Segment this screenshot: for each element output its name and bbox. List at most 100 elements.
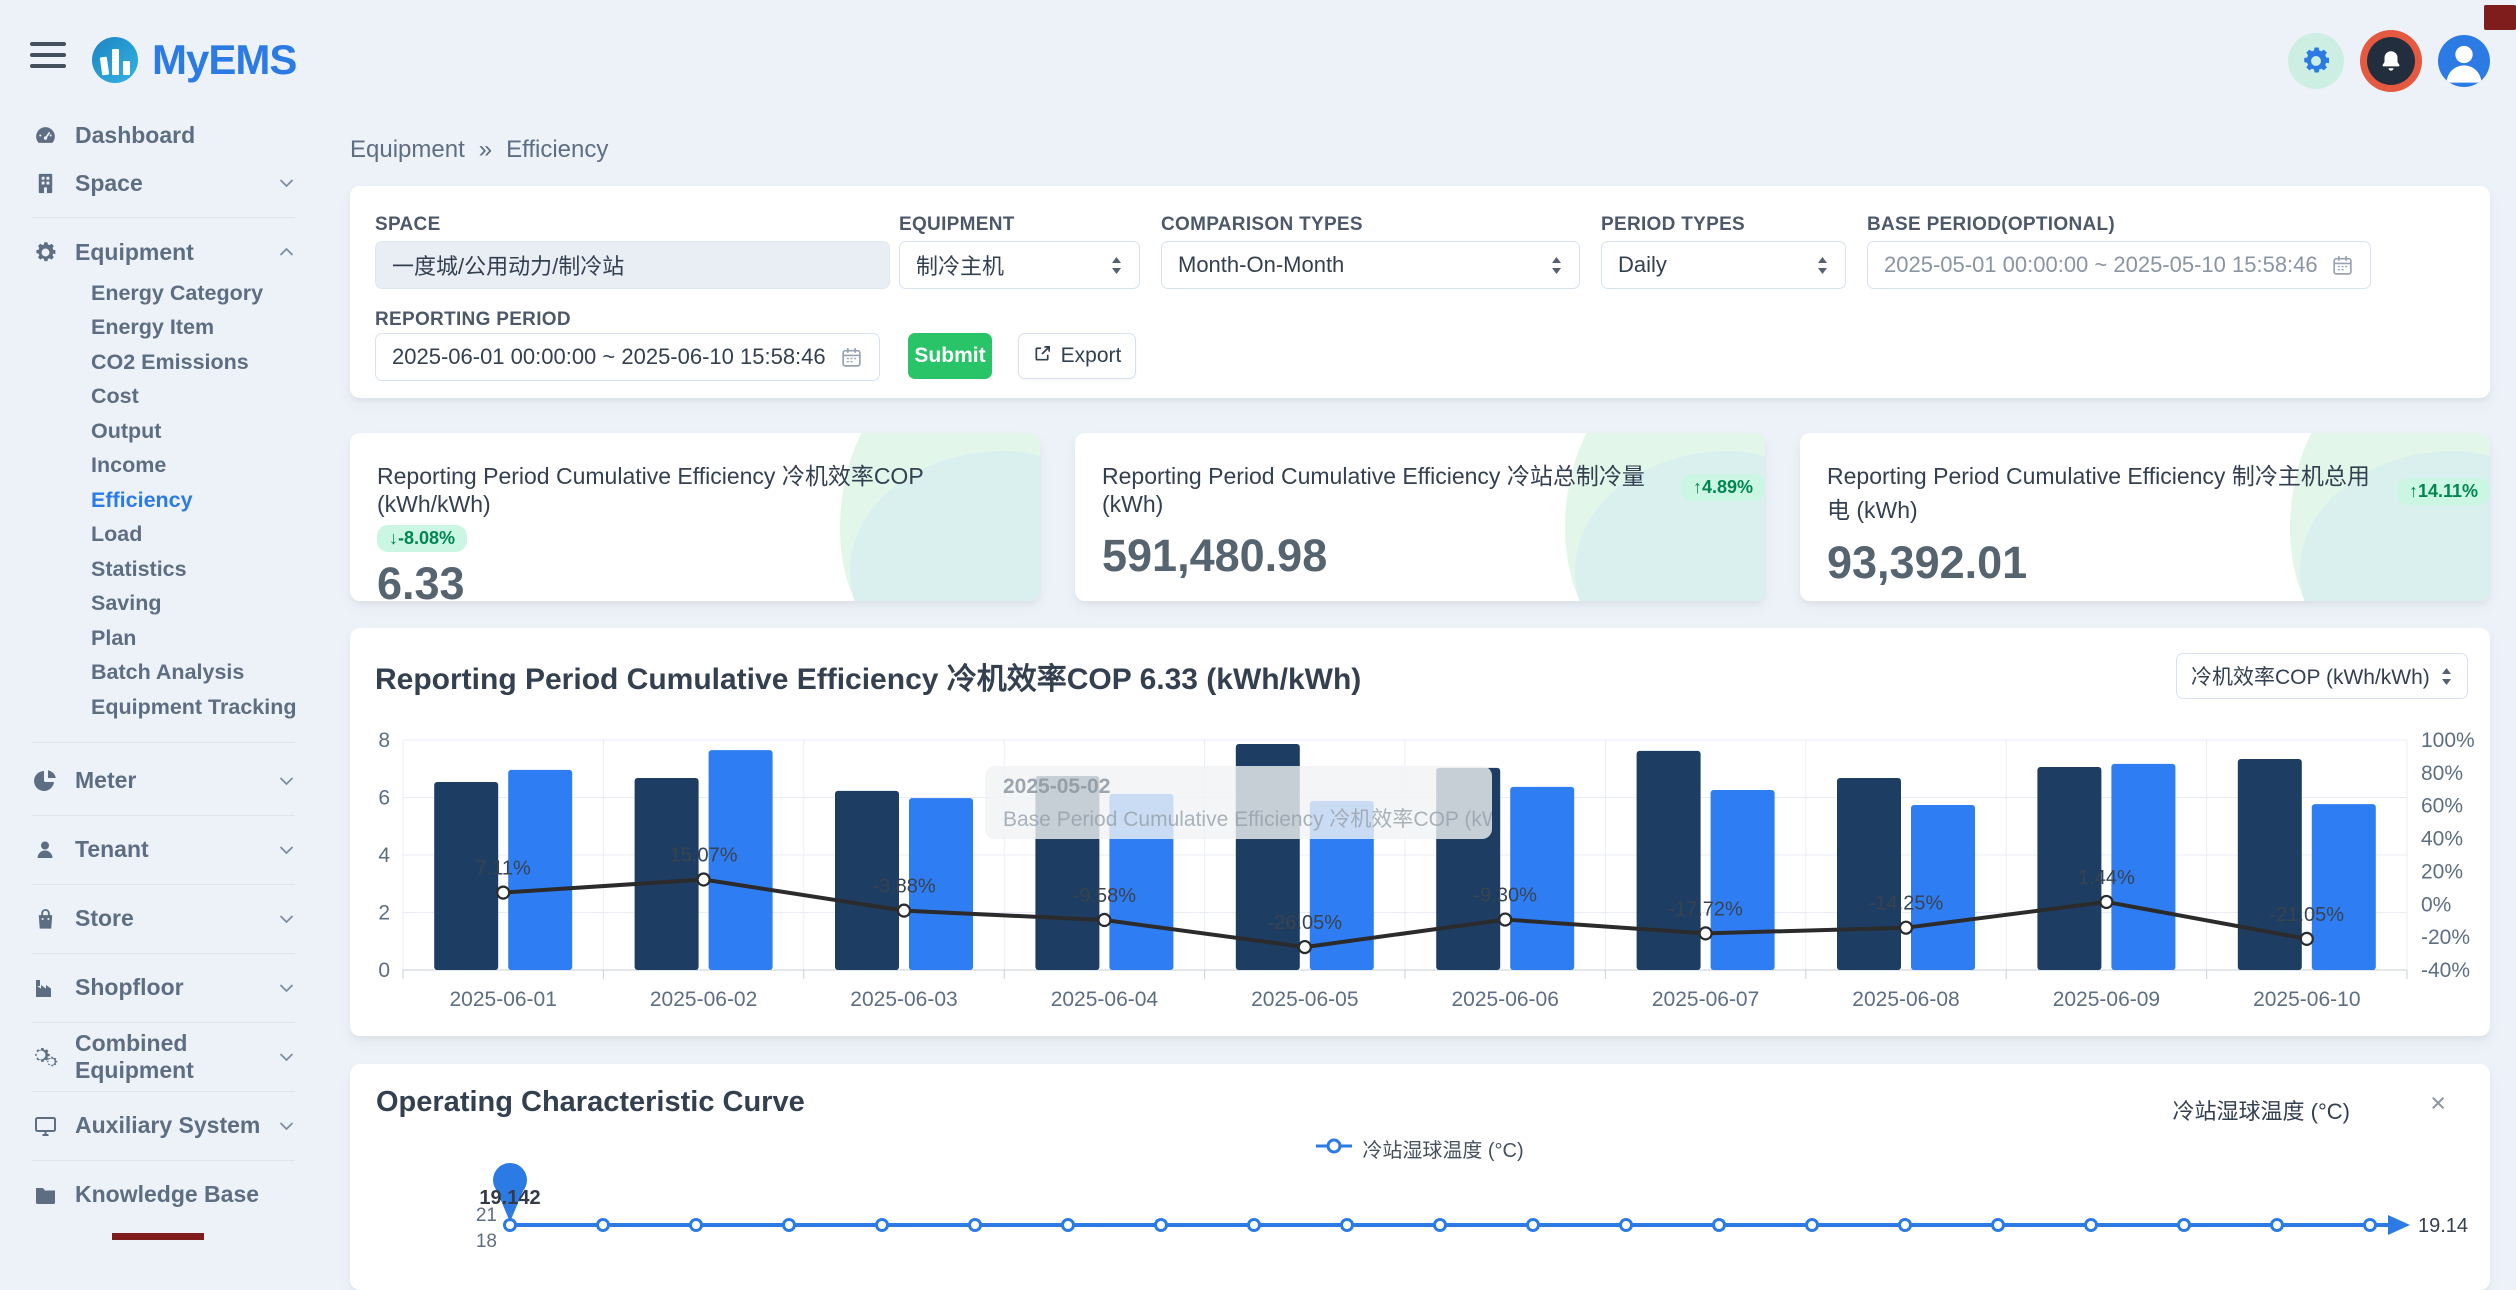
line-marker[interactable] bbox=[1714, 1220, 1725, 1231]
folder-icon bbox=[32, 1183, 58, 1207]
line-marker[interactable] bbox=[1993, 1220, 2004, 1231]
line-marker[interactable] bbox=[1700, 927, 1712, 939]
sidebar-item-tenant[interactable]: Tenant bbox=[0, 826, 310, 874]
change-rate-label: -14.25% bbox=[1869, 893, 1944, 915]
line-marker[interactable] bbox=[1528, 1220, 1539, 1231]
line-marker[interactable] bbox=[1621, 1220, 1632, 1231]
sidebar-item-store[interactable]: Store bbox=[0, 895, 310, 943]
sidebar-item-label: Meter bbox=[75, 767, 278, 794]
settings-button[interactable] bbox=[2288, 33, 2344, 89]
breadcrumb-equipment[interactable]: Equipment bbox=[350, 136, 465, 164]
space-input[interactable]: 一度城/公用动力/制冷站 bbox=[375, 241, 890, 289]
wet-bulb-temperature-curve[interactable]: 211819.1419.142 bbox=[350, 1064, 2490, 1290]
line-marker[interactable] bbox=[1098, 914, 1110, 926]
line-marker[interactable] bbox=[1342, 1220, 1353, 1231]
line-marker[interactable] bbox=[1249, 1220, 1260, 1231]
line-marker[interactable] bbox=[2179, 1220, 2190, 1231]
sidebar-item-statistics[interactable]: Statistics bbox=[0, 552, 310, 587]
sidebar-item-equipment-tracking[interactable]: Equipment Tracking bbox=[0, 690, 310, 725]
bar-base-period[interactable] bbox=[1637, 751, 1701, 970]
x-axis-label: 2025-06-04 bbox=[1051, 988, 1159, 1011]
line-marker[interactable] bbox=[1435, 1220, 1446, 1231]
line-marker[interactable] bbox=[698, 874, 710, 886]
sidebar-item-label: Equipment bbox=[75, 239, 278, 266]
line-marker[interactable] bbox=[691, 1220, 702, 1231]
bar-reporting-period[interactable] bbox=[1911, 805, 1975, 970]
y-axis-right-tick: -40% bbox=[2421, 959, 2470, 982]
sidebar-item-efficiency-active[interactable]: Efficiency bbox=[0, 483, 310, 518]
bar-base-period[interactable] bbox=[635, 778, 699, 970]
sidebar-item-combined-equipment[interactable]: Combined Equipment bbox=[0, 1033, 310, 1081]
line-marker[interactable] bbox=[2365, 1220, 2376, 1231]
sidebar-item-income[interactable]: Income bbox=[0, 449, 310, 484]
gauge-icon bbox=[32, 123, 58, 148]
sidebar-item-shopfloor[interactable]: Shopfloor bbox=[0, 964, 310, 1012]
equipment-select[interactable]: 制冷主机 bbox=[899, 241, 1140, 289]
change-rate-label: 7.11% bbox=[476, 858, 531, 880]
sidebar-item-dashboard[interactable]: Dashboard bbox=[0, 111, 310, 159]
chevron-up-icon bbox=[278, 247, 294, 257]
sidebar-item-energy-category[interactable]: Energy Category bbox=[0, 276, 310, 311]
y-axis-left-tick: 0 bbox=[378, 959, 390, 982]
line-marker[interactable] bbox=[598, 1220, 609, 1231]
line-marker[interactable] bbox=[970, 1220, 981, 1231]
line-marker[interactable] bbox=[1900, 922, 1912, 934]
line-marker[interactable] bbox=[497, 887, 509, 899]
line-marker[interactable] bbox=[1063, 1220, 1074, 1231]
reporting-period-input[interactable]: 2025-06-01 00:00:00 ~ 2025-06-10 15:58:4… bbox=[375, 333, 880, 381]
screen-artifact bbox=[112, 1233, 204, 1240]
sidebar-item-plan[interactable]: Plan bbox=[0, 621, 310, 656]
line-marker[interactable] bbox=[898, 905, 910, 917]
line-marker[interactable] bbox=[2301, 933, 2313, 945]
line-marker[interactable] bbox=[1807, 1220, 1818, 1231]
line-marker[interactable] bbox=[2272, 1220, 2283, 1231]
myems-logo-icon bbox=[92, 37, 138, 83]
line-marker[interactable] bbox=[2086, 1220, 2097, 1231]
line-marker[interactable] bbox=[1299, 941, 1311, 953]
sidebar-item-label: Knowledge Base bbox=[75, 1181, 294, 1208]
sidebar-item-output[interactable]: Output bbox=[0, 414, 310, 449]
breadcrumb-separator: » bbox=[479, 136, 492, 164]
x-axis-label: 2025-06-08 bbox=[1852, 988, 1959, 1011]
sidebar-item-auxiliary-system[interactable]: Auxiliary System bbox=[0, 1102, 310, 1150]
sidebar-item-load[interactable]: Load bbox=[0, 518, 310, 553]
line-marker[interactable] bbox=[877, 1220, 888, 1231]
bar-reporting-period[interactable] bbox=[1711, 790, 1775, 970]
sidebar-item-saving[interactable]: Saving bbox=[0, 587, 310, 622]
line-marker[interactable] bbox=[1156, 1220, 1167, 1231]
submit-button[interactable]: Submit bbox=[908, 333, 992, 379]
x-axis-label: 2025-06-02 bbox=[650, 988, 757, 1011]
sidebar-item-space[interactable]: Space bbox=[0, 159, 310, 207]
sidebar-item-cost[interactable]: Cost bbox=[0, 380, 310, 415]
sidebar-item-energy-item[interactable]: Energy Item bbox=[0, 311, 310, 346]
bar-reporting-period[interactable] bbox=[1510, 787, 1574, 970]
bar-base-period[interactable] bbox=[2238, 759, 2302, 970]
sidebar-item-batch-analysis[interactable]: Batch Analysis bbox=[0, 656, 310, 691]
building-icon bbox=[32, 171, 58, 196]
line-marker[interactable] bbox=[2100, 896, 2112, 908]
comparison-types-select[interactable]: Month-On-Month bbox=[1161, 241, 1580, 289]
line-marker[interactable] bbox=[784, 1220, 795, 1231]
sidebar-item-meter[interactable]: Meter bbox=[0, 757, 310, 805]
base-period-input[interactable]: 2025-05-01 00:00:00 ~ 2025-05-10 15:58:4… bbox=[1867, 241, 2371, 289]
brand-logo[interactable]: MyEMS bbox=[92, 36, 296, 84]
line-marker[interactable] bbox=[1499, 914, 1511, 926]
arrow-head-icon bbox=[2388, 1215, 2410, 1235]
kpi-card-cooling-output: Reporting Period Cumulative Efficiency 冷… bbox=[1075, 433, 1765, 601]
sidebar-item-label: Space bbox=[75, 170, 278, 197]
hamburger-menu-icon[interactable] bbox=[30, 42, 66, 72]
bar-reporting-period[interactable] bbox=[2312, 804, 2376, 970]
change-rate-label: -26.05% bbox=[1268, 912, 1343, 934]
sidebar-item-co2-emissions[interactable]: CO2 Emissions bbox=[0, 345, 310, 380]
bar-base-period[interactable] bbox=[1837, 778, 1901, 970]
notifications-button[interactable] bbox=[2360, 30, 2422, 92]
user-avatar[interactable] bbox=[2438, 35, 2490, 87]
sidebar-item-knowledge-base[interactable]: Knowledge Base bbox=[0, 1171, 310, 1219]
period-types-select[interactable]: Daily bbox=[1601, 241, 1846, 289]
x-axis-label: 2025-06-10 bbox=[2253, 988, 2360, 1011]
sidebar-item-equipment[interactable]: Equipment bbox=[0, 228, 310, 276]
updown-caret-icon bbox=[1550, 256, 1563, 275]
sidebar-divider bbox=[32, 815, 295, 816]
export-button[interactable]: Export bbox=[1018, 333, 1136, 379]
line-marker[interactable] bbox=[1900, 1220, 1911, 1231]
